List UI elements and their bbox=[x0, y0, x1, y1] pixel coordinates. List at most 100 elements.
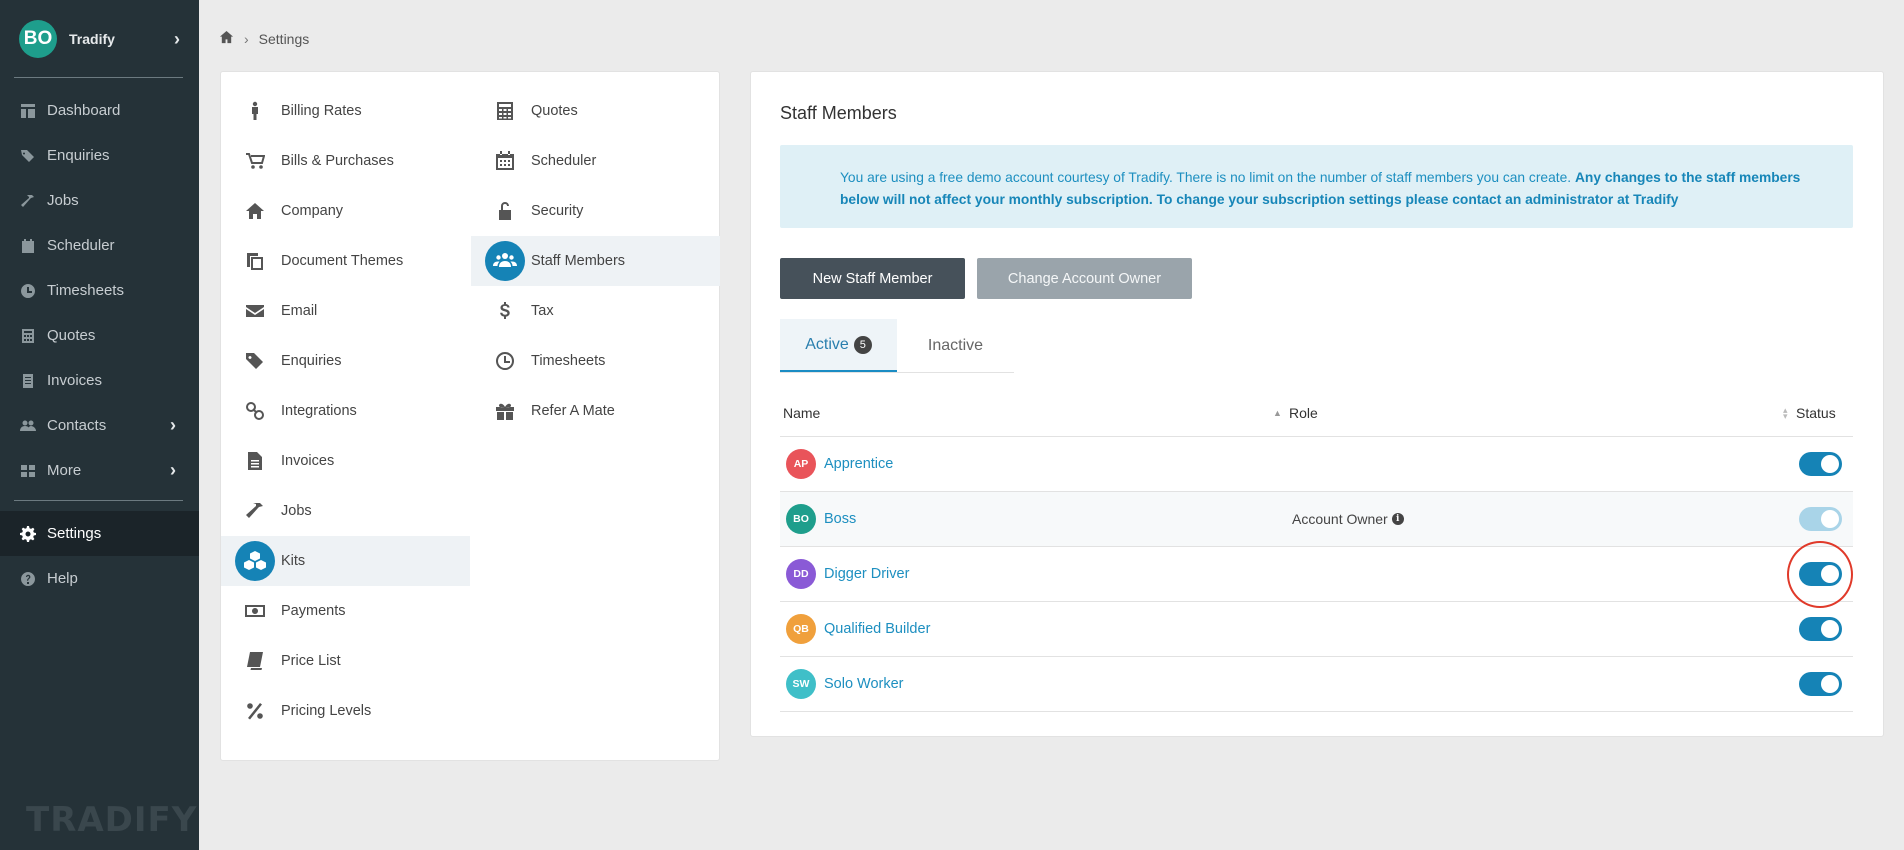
settings-item-label: Integrations bbox=[281, 403, 357, 419]
settings-item-label: Jobs bbox=[281, 503, 312, 519]
settings-item-billing-rates[interactable]: Billing Rates bbox=[221, 86, 470, 136]
users-icon bbox=[485, 241, 525, 281]
sidebar-item-label: Dashboard bbox=[47, 102, 121, 119]
table-row: QB Qualified Builder bbox=[780, 602, 1853, 657]
copy-icon bbox=[239, 245, 271, 277]
settings-item-quotes[interactable]: Quotes bbox=[471, 86, 720, 136]
sidebar-item-label: Help bbox=[47, 570, 78, 587]
account-switcher[interactable]: BO Tradify › bbox=[19, 20, 184, 58]
sidebar-item-jobs[interactable]: Jobs bbox=[0, 178, 199, 223]
settings-item-label: Price List bbox=[281, 653, 341, 669]
status-toggle[interactable] bbox=[1799, 452, 1842, 476]
settings-item-refer-a-mate[interactable]: Refer A Mate bbox=[471, 386, 720, 436]
info-text: You are using a free demo account courte… bbox=[840, 170, 1575, 185]
settings-item-label: Timesheets bbox=[531, 353, 606, 369]
settings-column-1: Billing Rates Bills & Purchases Company … bbox=[221, 86, 470, 736]
role-cell: Account Owner i bbox=[1292, 511, 1404, 527]
info-icon[interactable]: i bbox=[1391, 513, 1404, 525]
table-row: BO Boss Account Owner i bbox=[780, 492, 1853, 547]
company-name: Tradify bbox=[69, 31, 115, 47]
avatar: AP bbox=[786, 449, 816, 479]
settings-item-label: Payments bbox=[281, 603, 346, 619]
settings-item-label: Billing Rates bbox=[281, 103, 362, 119]
status-toggle[interactable] bbox=[1799, 617, 1842, 641]
hammer-icon bbox=[239, 495, 271, 527]
clock-icon bbox=[19, 282, 37, 300]
settings-item-pricing-levels[interactable]: Pricing Levels bbox=[221, 686, 470, 736]
settings-item-label: Document Themes bbox=[281, 253, 404, 269]
settings-item-price-list[interactable]: Price List bbox=[221, 636, 470, 686]
dollar-icon bbox=[489, 295, 521, 327]
settings-item-email[interactable]: Email bbox=[221, 286, 470, 336]
grid-icon bbox=[19, 462, 37, 480]
status-toggle[interactable] bbox=[1799, 672, 1842, 696]
avatar: QB bbox=[786, 614, 816, 644]
settings-item-tax[interactable]: Tax bbox=[471, 286, 720, 336]
tradify-logo: TRADIFY bbox=[26, 800, 198, 840]
percent-icon bbox=[239, 695, 271, 727]
help-icon bbox=[19, 570, 37, 588]
change-account-owner-button[interactable]: Change Account Owner bbox=[977, 258, 1192, 299]
settings-item-bills-purchases[interactable]: Bills & Purchases bbox=[221, 136, 470, 186]
settings-item-label: Refer A Mate bbox=[531, 403, 615, 419]
settings-item-label: Quotes bbox=[531, 103, 578, 119]
staff-name-link[interactable]: Qualified Builder bbox=[824, 621, 930, 637]
settings-item-staff-members[interactable]: Staff Members bbox=[471, 236, 720, 286]
sidebar-item-quotes[interactable]: Quotes bbox=[0, 313, 199, 358]
file-text-icon bbox=[239, 445, 271, 477]
tab-inactive[interactable]: Inactive bbox=[897, 319, 1014, 372]
sidebar-item-invoices[interactable]: Invoices bbox=[0, 358, 199, 403]
calendar-icon bbox=[19, 237, 37, 255]
settings-item-jobs[interactable]: Jobs bbox=[221, 486, 470, 536]
sidebar-item-timesheets[interactable]: Timesheets bbox=[0, 268, 199, 313]
staff-name-link[interactable]: Boss bbox=[824, 511, 856, 527]
staff-name-link[interactable]: Digger Driver bbox=[824, 566, 909, 582]
settings-item-invoices[interactable]: Invoices bbox=[221, 436, 470, 486]
settings-item-company[interactable]: Company bbox=[221, 186, 470, 236]
settings-item-integrations[interactable]: Integrations bbox=[221, 386, 470, 436]
calendar-icon bbox=[489, 145, 521, 177]
chevron-right-icon: › bbox=[244, 31, 249, 47]
toggle-knob bbox=[1821, 565, 1839, 583]
sort-icon[interactable]: ▴ ▾ bbox=[1783, 406, 1788, 421]
settings-item-timesheets[interactable]: Timesheets bbox=[471, 336, 720, 386]
sidebar-item-label: Scheduler bbox=[47, 237, 115, 254]
sidebar-item-enquiries[interactable]: Enquiries bbox=[0, 133, 199, 178]
envelope-icon bbox=[239, 295, 271, 327]
settings-item-scheduler[interactable]: Scheduler bbox=[471, 136, 720, 186]
column-header-status[interactable]: Status bbox=[1796, 405, 1836, 421]
home-icon[interactable] bbox=[219, 30, 234, 48]
sidebar-item-help[interactable]: Help bbox=[0, 556, 199, 601]
settings-item-security[interactable]: Security bbox=[471, 186, 720, 236]
status-toggle[interactable] bbox=[1799, 562, 1842, 586]
sidebar-item-contacts[interactable]: Contacts › bbox=[0, 403, 199, 448]
settings-item-payments[interactable]: Payments bbox=[221, 586, 470, 636]
book-icon bbox=[239, 645, 271, 677]
column-header-name[interactable]: Name bbox=[783, 405, 820, 421]
tags-icon bbox=[19, 147, 37, 165]
sidebar: BO Tradify › Dashboard Enquiries Jobs Sc… bbox=[0, 0, 199, 850]
sidebar-divider bbox=[14, 500, 183, 501]
settings-item-enquiries[interactable]: Enquiries bbox=[221, 336, 470, 386]
sidebar-item-settings[interactable]: Settings bbox=[0, 511, 199, 556]
staff-name-link[interactable]: Apprentice bbox=[824, 456, 893, 472]
users-icon bbox=[19, 417, 37, 435]
tab-active[interactable]: Active 5 bbox=[780, 319, 897, 372]
staff-name-link[interactable]: Solo Worker bbox=[824, 676, 904, 692]
sidebar-item-more[interactable]: More › bbox=[0, 448, 199, 493]
column-header-role[interactable]: Role bbox=[1289, 405, 1318, 421]
sidebar-item-label: Invoices bbox=[47, 372, 103, 389]
settings-item-label: Invoices bbox=[281, 453, 335, 469]
sort-asc-icon[interactable]: ▲ bbox=[1273, 408, 1282, 418]
settings-item-kits[interactable]: Kits bbox=[221, 536, 470, 586]
settings-item-label: Pricing Levels bbox=[281, 703, 372, 719]
staff-table: Name ▲ Role ▴ ▾ Status AP Apprentice BO B… bbox=[780, 390, 1853, 712]
new-staff-member-button[interactable]: New Staff Member bbox=[780, 258, 965, 299]
sidebar-item-label: Timesheets bbox=[47, 282, 124, 299]
sidebar-item-scheduler[interactable]: Scheduler bbox=[0, 223, 199, 268]
settings-item-label: Email bbox=[281, 303, 318, 319]
settings-item-document-themes[interactable]: Document Themes bbox=[221, 236, 470, 286]
home-icon bbox=[239, 195, 271, 227]
sidebar-item-dashboard[interactable]: Dashboard bbox=[0, 88, 199, 133]
table-row: AP Apprentice bbox=[780, 437, 1853, 492]
